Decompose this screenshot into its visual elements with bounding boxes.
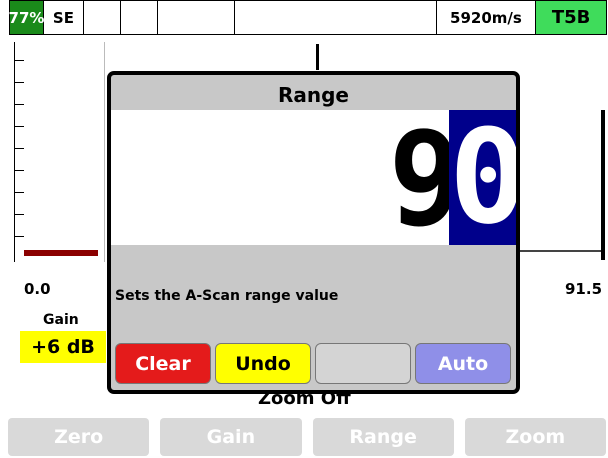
velocity-indicator: 5920m/s <box>437 1 537 34</box>
auto-button[interactable]: Auto <box>415 343 511 384</box>
status-bar: 77% SE 5920m/s T5B <box>9 0 607 35</box>
range-dialog: Range 9 0 Sets the A-Scan range value Cl… <box>107 71 520 394</box>
backwall-echo-signal <box>601 110 605 260</box>
signal-baseline <box>520 250 602 252</box>
plot-gridline <box>104 42 105 262</box>
plot-y-axis <box>14 42 15 262</box>
plot-tick <box>14 170 24 171</box>
dialog-help-text: Sets the A-Scan range value <box>115 288 339 304</box>
plot-tick <box>14 214 24 215</box>
range-softkey[interactable]: Range <box>312 418 454 456</box>
plot-tick <box>14 82 24 83</box>
plot-tick <box>14 126 24 127</box>
dialog-button-row: Clear Undo Auto <box>115 343 511 384</box>
probe-indicator: T5B <box>536 1 606 34</box>
status-cell-empty <box>121 1 158 34</box>
zoom-softkey[interactable]: Zoom <box>464 418 606 456</box>
blank-button[interactable] <box>315 343 411 384</box>
range-value-display: 9 0 <box>111 110 516 245</box>
status-cell-empty <box>84 1 121 34</box>
echo-gate-bar <box>24 250 98 256</box>
battery-indicator: 77% <box>9 1 44 34</box>
gain-label: Gain <box>43 312 79 328</box>
plot-tick <box>14 236 24 237</box>
undo-button[interactable]: Undo <box>215 343 311 384</box>
plot-tick <box>14 60 24 61</box>
axis-start-label: 0.0 <box>24 280 51 298</box>
axis-end-label: 91.5 <box>565 280 603 298</box>
zero-softkey[interactable]: Zero <box>8 418 150 456</box>
mode-indicator: SE <box>44 1 84 34</box>
softkey-bar: Zero Gain Range Zoom <box>8 418 606 456</box>
status-cell-empty <box>158 1 236 34</box>
plot-tick <box>14 104 24 105</box>
range-digit-selected[interactable]: 0 <box>449 110 516 245</box>
gain-value: +6 dB <box>20 331 106 363</box>
initial-pulse-signal <box>316 44 319 70</box>
range-digit[interactable]: 9 <box>389 114 463 244</box>
status-cell-empty <box>235 1 437 34</box>
gain-softkey[interactable]: Gain <box>160 418 302 456</box>
plot-tick <box>14 148 24 149</box>
plot-tick <box>14 192 24 193</box>
clear-button[interactable]: Clear <box>115 343 211 384</box>
